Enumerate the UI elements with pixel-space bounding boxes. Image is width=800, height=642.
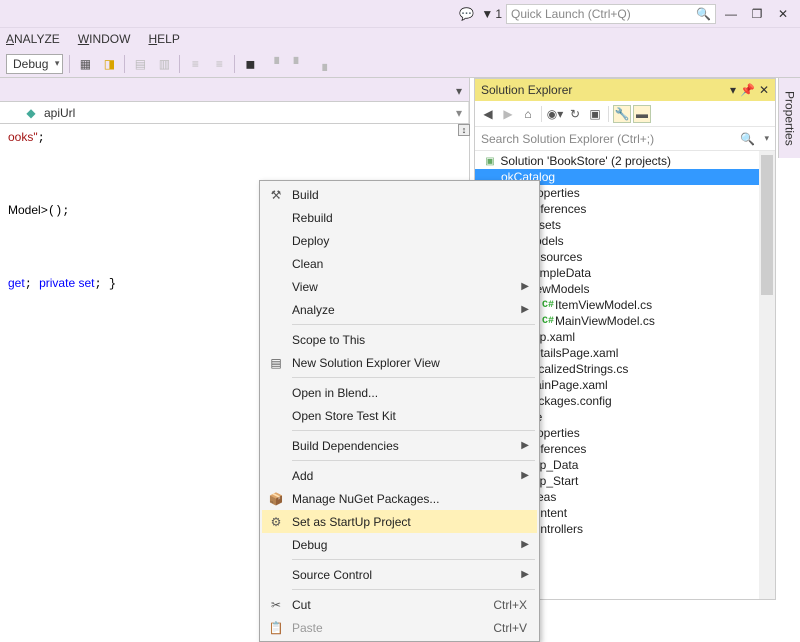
collapse-all-icon[interactable]: ▣ (586, 105, 604, 123)
ctx-cut[interactable]: ✂CutCtrl+X (262, 593, 537, 616)
context-menu: ⚒BuildRebuildDeployCleanView▶Analyze▶ Sco… (259, 180, 540, 642)
build-icon: ⚒ (268, 188, 284, 202)
ctx-clean[interactable]: Clean (262, 252, 537, 275)
menu-help[interactable]: HELP (148, 32, 179, 46)
split-arrow-icon[interactable]: ▾ (456, 84, 466, 98)
toolbar-align-right-icon: ≡ (210, 55, 228, 73)
chevron-right-icon: ▶ (521, 304, 529, 315)
ctx-paste: 📋PasteCtrl+V (262, 616, 537, 639)
solution-search-input[interactable]: Search Solution Explorer (Ctrl+;) 🔍 ▾ (475, 127, 775, 151)
properties-tab[interactable]: Properties (778, 78, 800, 158)
search-icon: 🔍 (696, 7, 711, 21)
next-bookmark-icon: ▘ (289, 55, 307, 73)
clear-bookmark-icon: ▗ (313, 55, 331, 73)
ctx-open-in-blend[interactable]: Open in Blend... (262, 381, 537, 404)
solution-icon: ▣ (483, 156, 497, 167)
nav-back-icon[interactable]: ◀ (479, 105, 497, 123)
collapse-margin-icon[interactable]: ↕ (458, 124, 470, 136)
ctx-view[interactable]: View▶ (262, 275, 537, 298)
ctx-debug[interactable]: Debug▶ (262, 533, 537, 556)
chevron-right-icon: ▶ (521, 569, 529, 580)
main-toolbar: Debug ▦ ◨ ▤ ▥ ≡ ≡ ◼ ▝ ▘ ▗ (0, 50, 800, 78)
quick-launch-input[interactable]: Quick Launch (Ctrl+Q) 🔍 (506, 4, 716, 24)
home-icon[interactable]: ⌂ (519, 105, 537, 123)
ctx-source-control[interactable]: Source Control▶ (262, 563, 537, 586)
search-options-icon[interactable]: ▾ (764, 133, 769, 144)
chevron-right-icon: ▶ (521, 470, 529, 481)
new-view-icon: ▤ (268, 356, 284, 370)
ctx-build-dependencies[interactable]: Build Dependencies▶ (262, 434, 537, 457)
ctx-build[interactable]: ⚒Build (262, 183, 537, 206)
toolbar-highlight-icon[interactable]: ◨ (100, 55, 118, 73)
nuget-icon: 📦 (268, 492, 284, 506)
ctx-manage-nuget-packages[interactable]: 📦Manage NuGet Packages... (262, 487, 537, 510)
panel-dropdown-icon[interactable]: ▾ (730, 83, 736, 97)
sync-icon[interactable]: ◉▾ (546, 105, 564, 123)
gear-icon: ⚙ (268, 515, 284, 529)
chevron-right-icon: ▶ (521, 539, 529, 550)
menu-window[interactable]: WINDOW (78, 32, 131, 46)
ctx-analyze[interactable]: Analyze▶ (262, 298, 537, 321)
solution-explorer-title[interactable]: Solution Explorer ▾ 📌 ✕ (475, 79, 775, 101)
code-body[interactable]: ooks";Model>();get; private set; } (0, 120, 124, 301)
refresh-icon[interactable]: ↻ (566, 105, 584, 123)
panel-pin-icon[interactable]: 📌 (740, 83, 755, 97)
menu-bar: ANALYZE WINDOW HELP (0, 28, 800, 50)
menu-analyze[interactable]: ANALYZE (6, 32, 60, 46)
bookmark-icon[interactable]: ◼ (241, 55, 259, 73)
restore-button[interactable]: ❐ (746, 3, 768, 25)
solution-root[interactable]: ▣ Solution 'BookStore' (2 projects) (475, 153, 775, 169)
chevron-right-icon: ▶ (521, 281, 529, 292)
configuration-dropdown[interactable]: Debug (6, 54, 63, 74)
tree-scrollbar[interactable] (759, 151, 775, 599)
minimize-button[interactable]: — (720, 3, 742, 25)
show-all-icon[interactable]: ▬ (633, 105, 651, 123)
ctx-new-solution-explorer-view[interactable]: ▤New Solution Explorer View (262, 351, 537, 374)
close-button[interactable]: ✕ (772, 3, 794, 25)
chevron-right-icon: ▶ (521, 440, 529, 451)
toolbar-outdent-icon: ▥ (155, 55, 173, 73)
panel-close-icon[interactable]: ✕ (759, 83, 769, 97)
paste-icon: 📋 (268, 621, 284, 635)
prev-bookmark-icon: ▝ (265, 55, 283, 73)
ctx-deploy[interactable]: Deploy (262, 229, 537, 252)
ctx-scope-to-this[interactable]: Scope to This (262, 328, 537, 351)
ctx-open-store-test-kit[interactable]: Open Store Test Kit (262, 404, 537, 427)
toolbar-align-left-icon: ≡ (186, 55, 204, 73)
field-icon: ◆ (22, 104, 40, 122)
nav-forward-icon: ▶ (499, 105, 517, 123)
ctx-rebuild[interactable]: Rebuild (262, 206, 537, 229)
ctx-set-as-startup-project[interactable]: ⚙Set as StartUp Project (262, 510, 537, 533)
editor-tab-bar (0, 78, 469, 102)
notifications-flag[interactable]: ▼1 (481, 7, 502, 21)
title-bar: 💬 ▼1 Quick Launch (Ctrl+Q) 🔍 — ❐ ✕ (0, 0, 800, 28)
solution-explorer-toolbar: ◀ ▶ ⌂ ◉▾ ↻ ▣ 🔧 ▬ (475, 101, 775, 127)
ctx-add[interactable]: Add▶ (262, 464, 537, 487)
search-icon: 🔍 (740, 132, 755, 146)
toolbar-save-icon[interactable]: ▦ (76, 55, 94, 73)
properties-icon[interactable]: 🔧 (613, 105, 631, 123)
toolbar-indent-icon: ▤ (131, 55, 149, 73)
feedback-icon[interactable]: 💬 (455, 3, 477, 25)
